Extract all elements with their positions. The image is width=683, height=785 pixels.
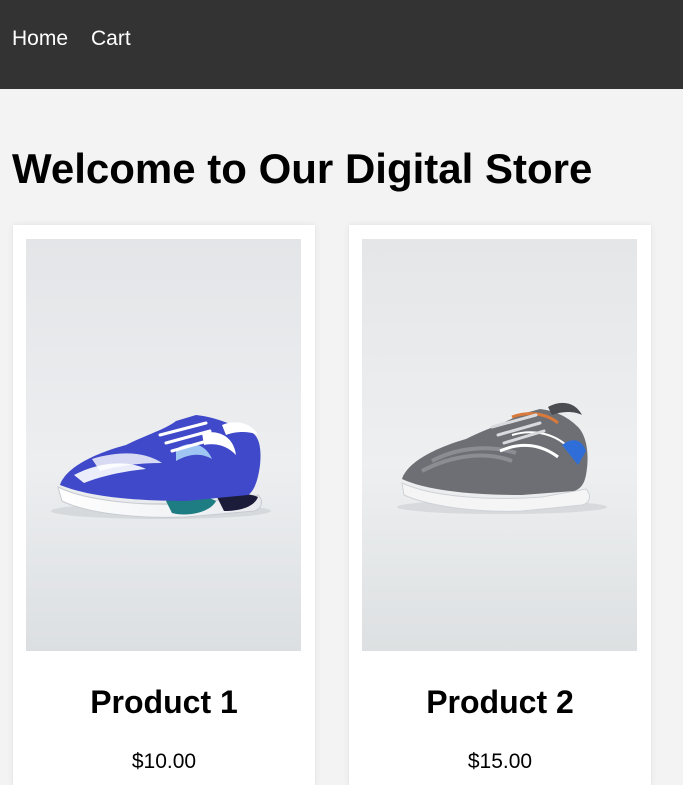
- nav-link-home[interactable]: Home: [12, 27, 68, 51]
- product-image[interactable]: [362, 239, 637, 651]
- product-price: $15.00: [467, 750, 533, 773]
- product-image[interactable]: [26, 239, 301, 651]
- product-price: $10.00: [131, 750, 197, 773]
- nav-link-cart[interactable]: Cart: [91, 27, 131, 51]
- product-name: Product 2: [426, 684, 574, 720]
- page-title: Welcome to Our Digital Store: [12, 145, 593, 192]
- product-name: Product 1: [90, 684, 238, 720]
- product-card: Product 2 $15.00: [349, 225, 651, 785]
- product-card: Product 1 $10.00: [13, 225, 315, 785]
- top-navbar: Home Cart: [0, 0, 683, 89]
